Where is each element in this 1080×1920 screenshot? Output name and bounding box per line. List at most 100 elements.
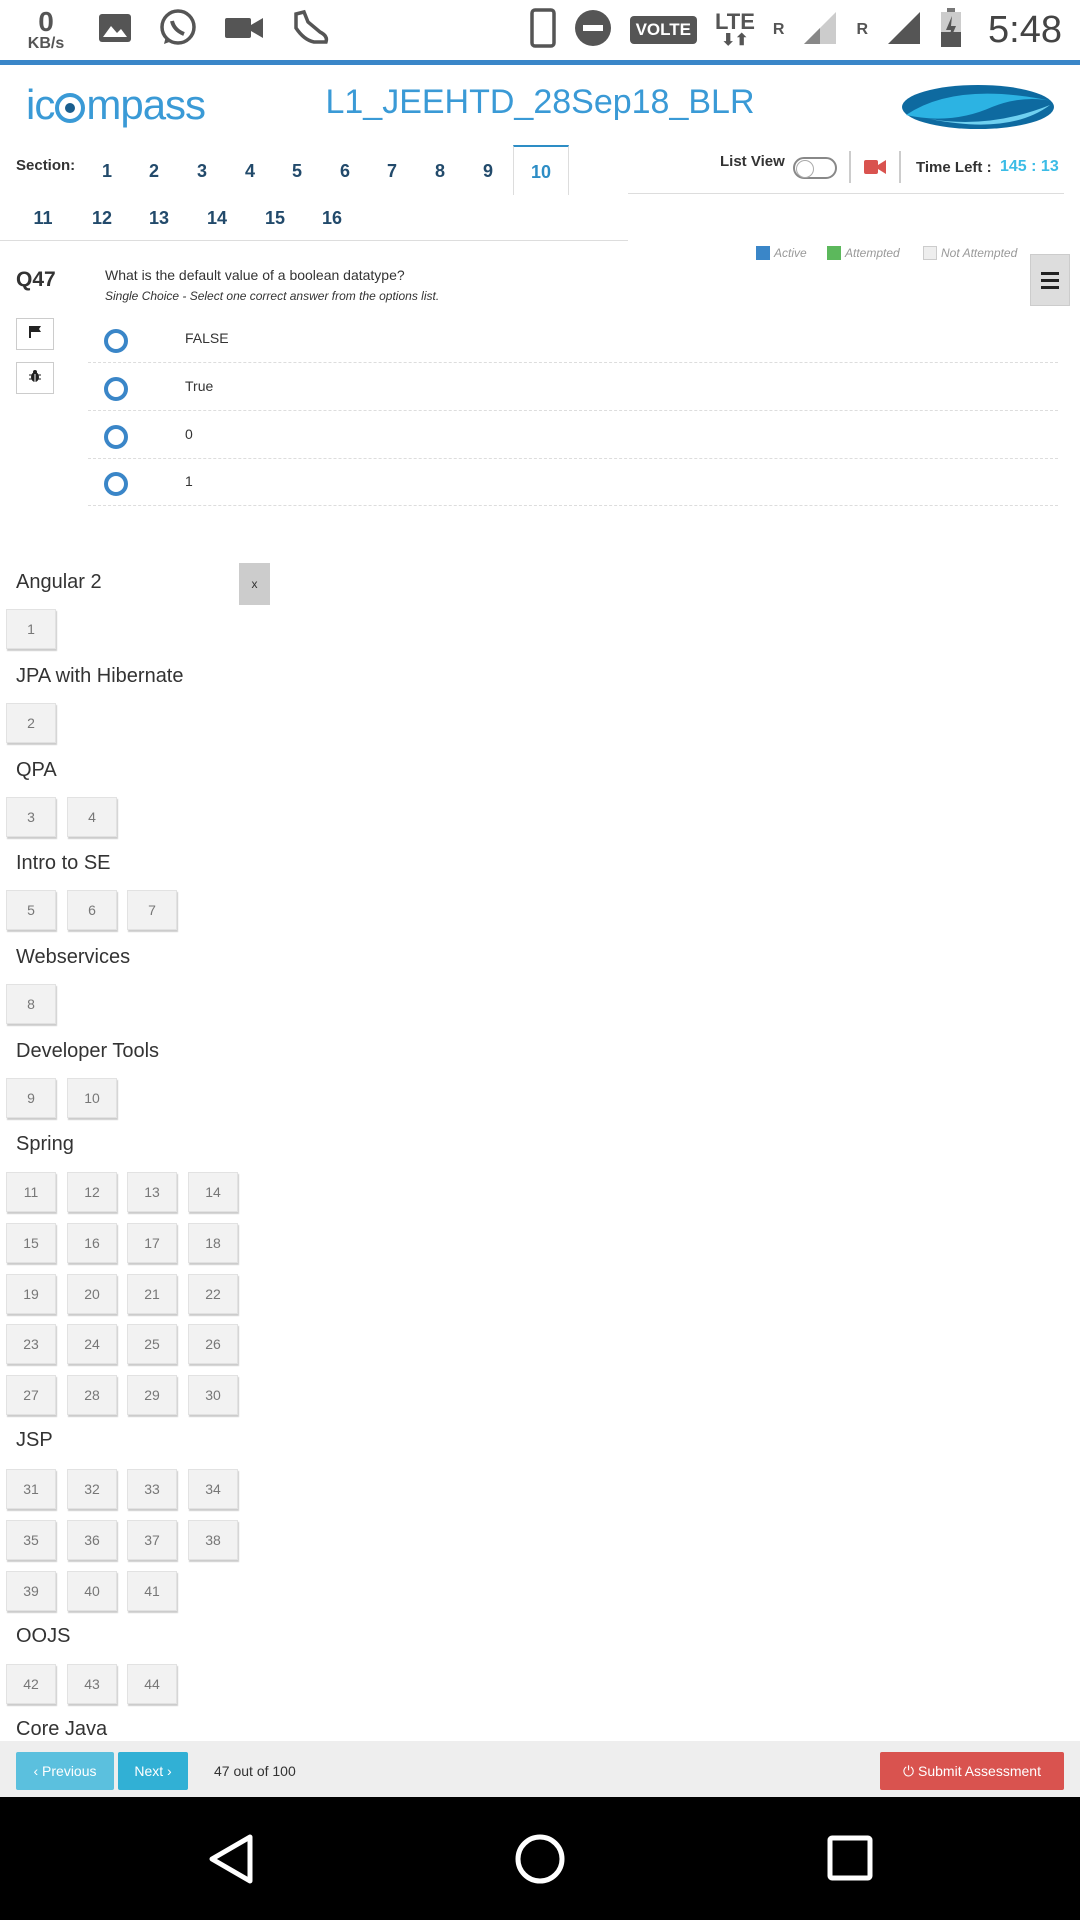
question-nav-button[interactable]: 44 [127, 1664, 177, 1704]
roaming-label-1: R [772, 21, 785, 38]
question-nav-button[interactable]: 33 [127, 1469, 177, 1509]
question-nav-button[interactable]: 3 [6, 797, 56, 837]
section-tab-7[interactable]: 7 [368, 161, 416, 182]
bug-icon [28, 369, 42, 388]
section-tab-3[interactable]: 3 [178, 161, 226, 182]
roaming-label-2: R [856, 21, 869, 38]
legend-attempted-swatch [827, 246, 841, 260]
section-tab-9[interactable]: 9 [464, 161, 512, 182]
question-nav-button[interactable]: 26 [188, 1324, 238, 1364]
question-nav-button[interactable]: 15 [6, 1223, 56, 1263]
flag-question-button[interactable] [16, 318, 54, 350]
network-speed-unit: KB/s [27, 35, 65, 52]
question-nav-button[interactable]: 20 [67, 1274, 117, 1314]
palette-group-title: JSP [16, 1429, 53, 1451]
section-tab-13[interactable]: 13 [135, 208, 183, 229]
section-tab-8[interactable]: 8 [416, 161, 464, 182]
lte-indicator: LTE ⬇⬆ [714, 9, 755, 49]
back-icon[interactable] [206, 1833, 256, 1890]
question-nav-button[interactable]: 17 [127, 1223, 177, 1263]
question-nav-button[interactable]: 37 [127, 1520, 177, 1560]
palette-group-title: OOJS [16, 1625, 71, 1647]
phone-icon [529, 7, 556, 53]
section-tab-5[interactable]: 5 [273, 161, 321, 182]
question-nav-button[interactable]: 11 [6, 1172, 56, 1212]
question-nav-button[interactable]: 2 [6, 703, 56, 743]
question-nav-button[interactable]: 29 [127, 1375, 177, 1415]
question-nav-button[interactable]: 8 [6, 984, 56, 1024]
tools-separator [899, 151, 901, 183]
question-nav-button[interactable]: 5 [6, 890, 56, 930]
option-radio[interactable] [104, 329, 128, 353]
gallery-icon [98, 13, 132, 48]
question-nav-button[interactable]: 13 [127, 1172, 177, 1212]
question-nav-button[interactable]: 31 [6, 1469, 56, 1509]
option-radio[interactable] [104, 472, 128, 496]
palette-group-title: JPA with Hibernate [16, 665, 184, 687]
submit-assessment-button[interactable]: ⏻ Submit Assessment [880, 1752, 1064, 1790]
question-nav-button[interactable]: 42 [6, 1664, 56, 1704]
do-not-disturb-icon [574, 9, 612, 52]
question-nav-button[interactable]: 41 [127, 1571, 177, 1611]
recents-icon[interactable] [826, 1833, 874, 1888]
question-nav-button[interactable]: 35 [6, 1520, 56, 1560]
next-button[interactable]: Next › [118, 1752, 188, 1790]
report-bug-button[interactable] [16, 362, 54, 394]
section-tab-14[interactable]: 14 [193, 208, 241, 229]
home-icon[interactable] [514, 1833, 566, 1890]
question-nav-button[interactable]: 25 [127, 1324, 177, 1364]
hamburger-menu-button[interactable] [1030, 254, 1070, 306]
option-label: 0 [185, 426, 193, 442]
question-nav-button[interactable]: 43 [67, 1664, 117, 1704]
palette-group-title: Developer Tools [16, 1040, 160, 1062]
section-tab-10[interactable]: 10 [513, 145, 569, 195]
section-tab-12[interactable]: 12 [78, 208, 126, 229]
volte-badge: VOLTE [629, 16, 697, 44]
question-nav-button[interactable]: 9 [6, 1078, 56, 1118]
answer-option-3[interactable]: 0 [88, 411, 1058, 459]
close-palette-button[interactable]: x [239, 563, 270, 605]
palette-group-title: QPA [16, 759, 57, 781]
option-radio[interactable] [104, 377, 128, 401]
section-tab-11[interactable]: 11 [19, 208, 67, 229]
legend-not-attempted: Not Attempted [923, 246, 1017, 260]
question-nav-button[interactable]: 38 [188, 1520, 238, 1560]
question-nav-button[interactable]: 36 [67, 1520, 117, 1560]
section-tab-2[interactable]: 2 [130, 161, 178, 182]
question-nav-button[interactable]: 18 [188, 1223, 238, 1263]
section-tab-6[interactable]: 6 [321, 161, 369, 182]
question-nav-button[interactable]: 1 [6, 609, 56, 649]
question-nav-button[interactable]: 39 [6, 1571, 56, 1611]
question-nav-button[interactable]: 10 [67, 1078, 117, 1118]
question-nav-button[interactable]: 24 [67, 1324, 117, 1364]
palette-group-title: Angular 2 [16, 571, 102, 593]
section-tab-4[interactable]: 4 [226, 161, 274, 182]
question-nav-button[interactable]: 16 [67, 1223, 117, 1263]
section-tab-16[interactable]: 16 [308, 208, 356, 229]
option-radio[interactable] [104, 425, 128, 449]
question-nav-button[interactable]: 4 [67, 797, 117, 837]
answer-option-1[interactable]: FALSE [88, 315, 1058, 363]
option-label: 1 [185, 473, 193, 489]
answer-option-4[interactable]: 1 [88, 458, 1058, 506]
list-view-toggle[interactable] [793, 157, 837, 179]
assessment-tools: List View Time Left : 145 : 13 [628, 145, 1080, 195]
question-nav-button[interactable]: 34 [188, 1469, 238, 1509]
question-nav-button[interactable]: 14 [188, 1172, 238, 1212]
question-nav-button[interactable]: 28 [67, 1375, 117, 1415]
question-nav-button[interactable]: 40 [67, 1571, 117, 1611]
question-nav-button[interactable]: 30 [188, 1375, 238, 1415]
question-nav-button[interactable]: 32 [67, 1469, 117, 1509]
question-nav-button[interactable]: 6 [67, 890, 117, 930]
question-nav-button[interactable]: 7 [127, 890, 177, 930]
answer-option-2[interactable]: True [88, 363, 1058, 411]
section-tab-15[interactable]: 15 [251, 208, 299, 229]
question-nav-button[interactable]: 21 [127, 1274, 177, 1314]
previous-button[interactable]: ‹ Previous [16, 1752, 114, 1790]
question-nav-button[interactable]: 12 [67, 1172, 117, 1212]
question-nav-button[interactable]: 23 [6, 1324, 56, 1364]
question-nav-button[interactable]: 22 [188, 1274, 238, 1314]
question-nav-button[interactable]: 19 [6, 1274, 56, 1314]
section-tab-1[interactable]: 1 [83, 161, 131, 182]
question-nav-button[interactable]: 27 [6, 1375, 56, 1415]
